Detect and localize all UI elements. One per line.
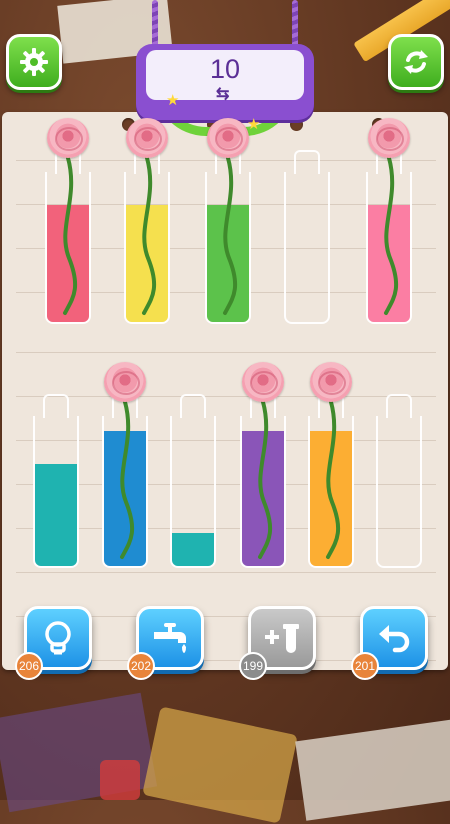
background-book	[142, 706, 298, 824]
rose-flower-icon	[126, 118, 168, 158]
faucet-count-badge: 202	[127, 652, 155, 680]
bottle-neck	[294, 150, 320, 174]
rose-flower-icon	[242, 362, 284, 402]
flower-stem	[258, 400, 273, 559]
bottle-neck	[43, 394, 69, 418]
star-icon: ★	[166, 92, 180, 109]
bottle-6[interactable]	[33, 394, 79, 568]
level-panel: 10 ⇆	[136, 44, 314, 120]
background-paper	[295, 719, 450, 821]
add-bottle-count-badge: 199	[239, 652, 267, 680]
add-tube-icon	[265, 624, 299, 653]
bottle-neck	[386, 394, 412, 418]
flower-stem	[326, 400, 341, 559]
rose-flower-icon	[207, 118, 249, 158]
undo-count-badge: 201	[351, 652, 379, 680]
flower-stem	[223, 156, 238, 315]
restart-button[interactable]	[388, 34, 444, 90]
panel-rope	[292, 0, 298, 50]
bottle-11[interactable]	[376, 394, 422, 568]
refresh-icon	[404, 50, 428, 74]
hint-count-badge: 206	[15, 652, 43, 680]
rose-flower-icon	[47, 118, 89, 158]
bottle-8[interactable]	[170, 394, 216, 568]
settings-button[interactable]	[6, 34, 62, 90]
background-eraser	[100, 760, 140, 800]
bottle-4[interactable]	[284, 150, 330, 324]
swap-arrows-icon[interactable]: ⇆	[216, 84, 229, 104]
undo-icon	[379, 625, 410, 653]
rose-flower-icon	[368, 118, 410, 158]
gear-icon	[20, 48, 48, 76]
bottle-liquid	[35, 464, 77, 566]
flower-stem	[384, 156, 399, 315]
bottle-neck	[180, 394, 206, 418]
flower-stem	[120, 400, 135, 559]
faucet-icon	[154, 623, 186, 653]
level-number: 10	[209, 54, 241, 84]
star-icon: ★	[247, 116, 261, 133]
lightbulb-icon	[45, 621, 71, 655]
rose-flower-icon	[104, 362, 146, 402]
flower-stem	[142, 156, 157, 315]
bottle-liquid	[172, 533, 214, 566]
rose-flower-icon	[310, 362, 352, 402]
panel-rope	[152, 0, 158, 50]
flower-stem	[63, 156, 78, 315]
